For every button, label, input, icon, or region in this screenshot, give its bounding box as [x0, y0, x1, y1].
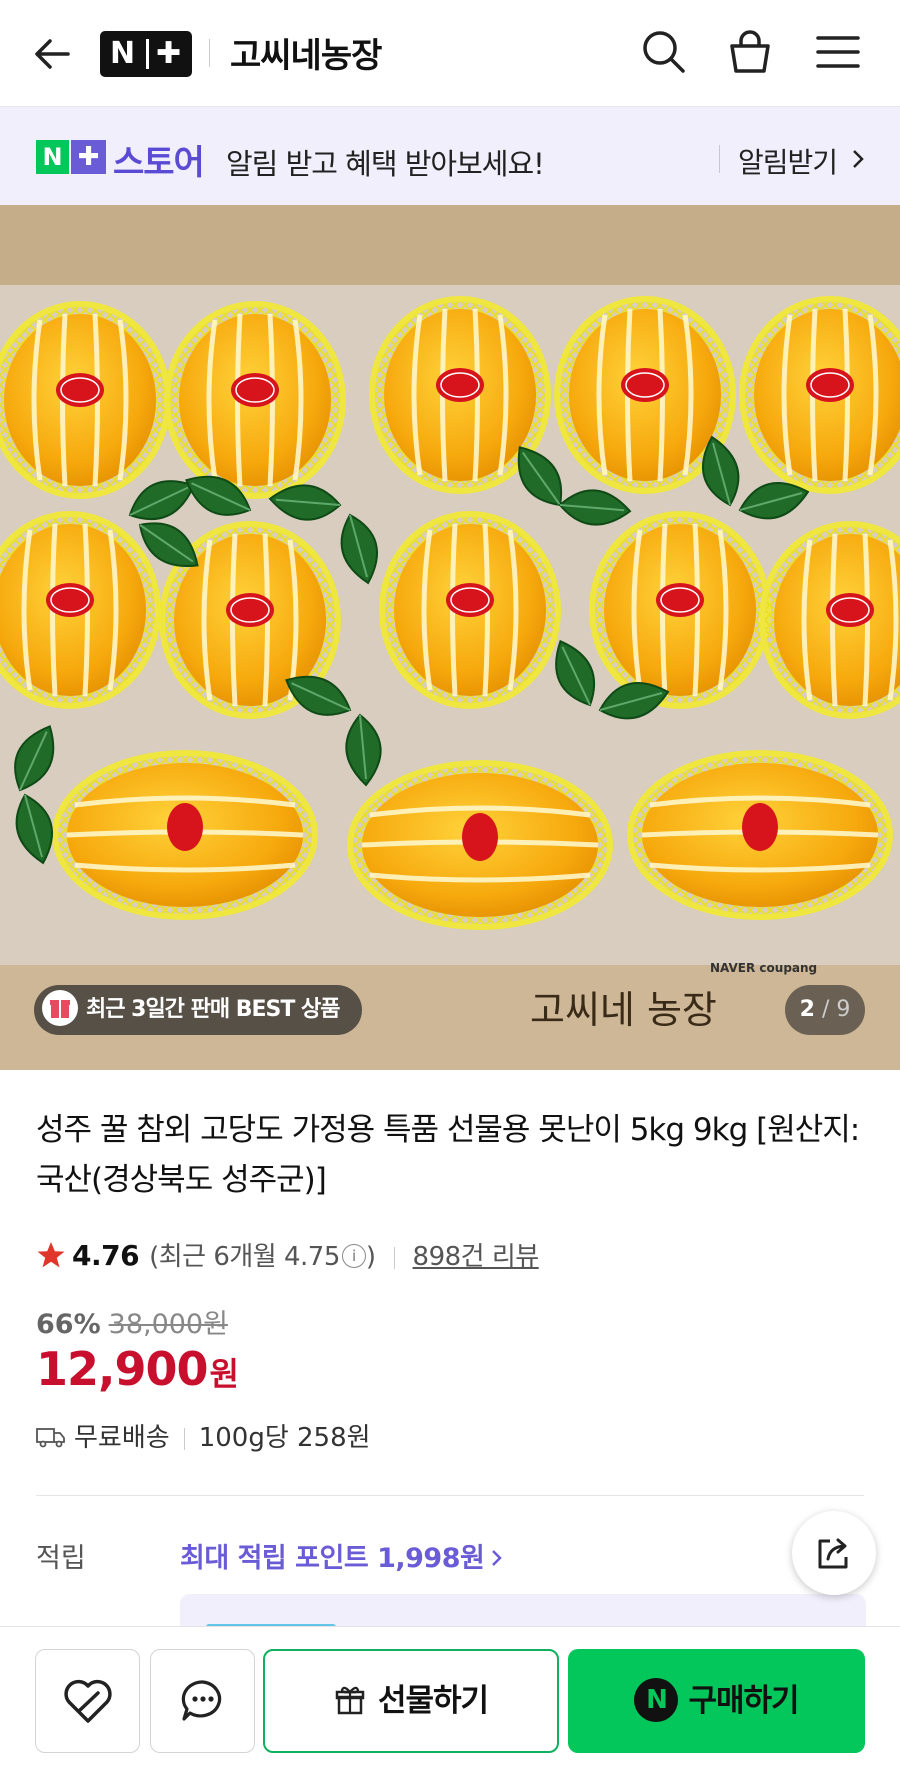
delivery-truck-icon	[36, 1427, 65, 1447]
npay-icon: N	[634, 1677, 679, 1722]
subscribe-alert-button[interactable]: 알림받기	[738, 141, 838, 181]
heart-icon	[63, 1679, 112, 1723]
info-icon[interactable]: i	[341, 1243, 366, 1268]
naver-store-label: 스토어	[113, 143, 205, 183]
product-title: 성주 꿀 참외 고당도 가정용 특품 선물용 못난이 5kg 9kg [원산지:…	[36, 1112, 860, 1198]
gift-icon	[42, 990, 78, 1026]
naver-store-logo: N ✚	[36, 140, 106, 174]
best-seller-text: 최근 3일간 판매 BEST 상품	[86, 997, 341, 1022]
search-icon[interactable]	[638, 26, 690, 78]
talk-chat-button[interactable]	[150, 1649, 255, 1753]
product-image-carousel[interactable]: 고씨네 농장 NAVER coupang	[0, 205, 900, 1070]
box-brand: NAVER coupang	[710, 961, 817, 975]
chat-bubble-icon	[181, 1680, 221, 1721]
rating-row: 4.76 (최근 6개월 4.75 i) 898건 리뷰	[36, 1236, 539, 1276]
melon-box-illustration: 고씨네 농장 NAVER coupang	[0, 205, 900, 1070]
section-divider	[36, 1495, 864, 1496]
box-watermark: 고씨네 농장	[530, 988, 717, 1032]
bottom-action-bar: 선물하기 N 구매하기	[0, 1626, 900, 1776]
rating-close-paren: )	[365, 1242, 376, 1272]
chevron-right-icon	[492, 1549, 503, 1566]
star-icon	[37, 1241, 65, 1267]
notification-banner[interactable]: N ✚ 스토어 알림 받고 혜택 받아보세요! 알림받기	[0, 107, 900, 205]
rating-recent: (최근 6개월 4.75	[149, 1242, 340, 1272]
points-label: 적립	[36, 1543, 86, 1574]
discount-rate: 66%	[36, 1309, 101, 1340]
gift-button-label: 선물하기	[377, 1683, 489, 1719]
discount-row: 66% 38,000원	[36, 1302, 228, 1341]
sale-price-value: 12,900	[36, 1342, 209, 1396]
wishlist-button[interactable]	[35, 1649, 140, 1753]
original-price: 38,000원	[108, 1309, 228, 1340]
top-header: N ✚ 고씨네농장	[0, 0, 900, 107]
shipping-divider	[183, 1427, 185, 1450]
chevron-right-icon	[853, 150, 864, 168]
image-total: 9	[836, 997, 851, 1022]
sale-price-unit: 원	[209, 1355, 239, 1393]
share-icon	[818, 1538, 848, 1569]
image-current: 2	[799, 997, 815, 1022]
notice-divider	[719, 145, 720, 173]
image-counter: 2 / 9	[785, 985, 865, 1035]
sale-price: 12,900원	[36, 1342, 239, 1396]
store-title[interactable]: 고씨네농장	[230, 28, 382, 77]
buy-button-label: 구매하기	[688, 1683, 799, 1719]
max-points-link[interactable]: 최대 적립 포인트 1,998원	[180, 1536, 504, 1575]
menu-icon[interactable]	[812, 26, 864, 78]
gift-button[interactable]: 선물하기	[263, 1649, 559, 1753]
shipping-row: 무료배송 100g당 258원	[36, 1421, 371, 1455]
share-button[interactable]	[792, 1511, 876, 1595]
best-seller-badge: 최근 3일간 판매 BEST 상품	[34, 985, 362, 1035]
unit-price: 100g당 258원	[198, 1423, 371, 1453]
gift-box-icon	[335, 1686, 365, 1714]
review-count-link[interactable]: 898건 리뷰	[413, 1242, 540, 1272]
max-points-text: 최대 적립 포인트 1,998원	[180, 1543, 485, 1574]
header-divider	[209, 39, 210, 67]
rating-value: 4.76	[72, 1239, 140, 1272]
notice-message: 알림 받고 혜택 받아보세요!	[226, 147, 545, 181]
shopping-bag-icon[interactable]	[724, 26, 776, 78]
back-arrow-icon[interactable]	[30, 32, 74, 76]
naver-plus-logo[interactable]: N ✚	[100, 31, 192, 77]
free-shipping: 무료배송	[74, 1423, 170, 1453]
buy-now-button[interactable]: N 구매하기	[568, 1649, 865, 1753]
rating-divider	[393, 1246, 395, 1269]
